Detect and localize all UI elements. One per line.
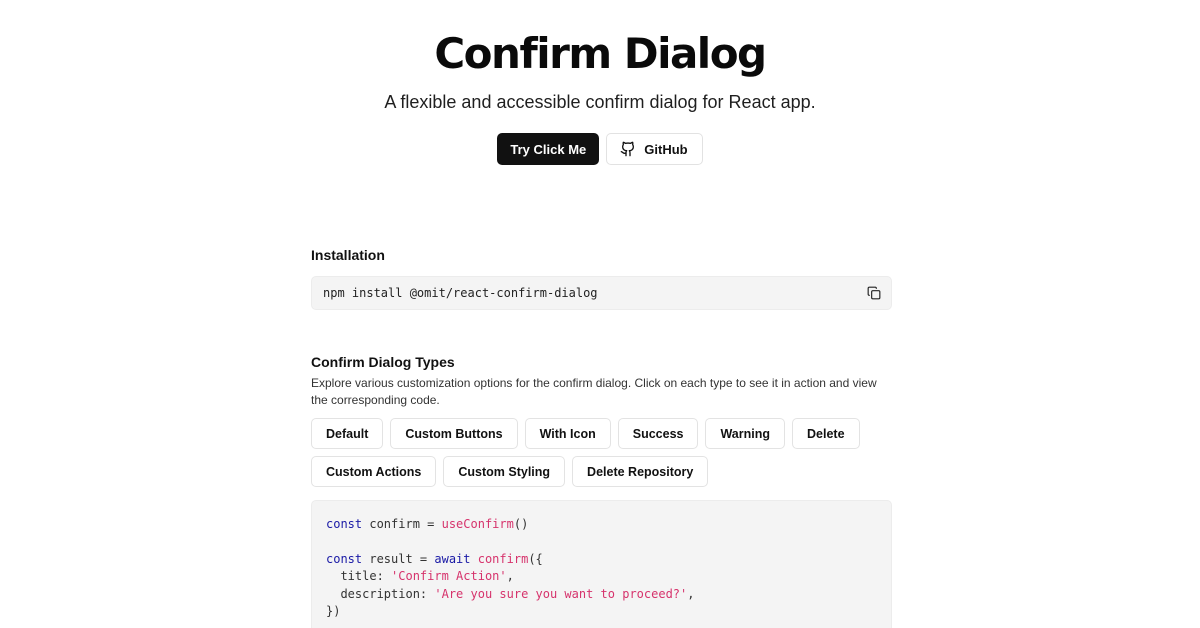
type-button-delete-repository[interactable]: Delete Repository: [572, 456, 709, 487]
installation-title: Installation: [311, 247, 385, 263]
code-keyword: await: [434, 551, 471, 566]
type-button-custom-styling[interactable]: Custom Styling: [443, 456, 566, 487]
github-button-label: GitHub: [644, 141, 688, 157]
code-text: }): [326, 604, 341, 619]
try-click-me-button[interactable]: Try Click Me: [497, 133, 600, 165]
code-function: useConfirm: [441, 517, 514, 531]
hero-actions: Try Click Me GitHub: [0, 133, 1200, 165]
code-text: title:: [326, 569, 392, 584]
code-keyword: const: [326, 517, 363, 531]
type-button-warning[interactable]: Warning: [705, 418, 785, 449]
install-command-box: npm install @omit/react-confirm-dialog: [311, 276, 892, 310]
page-title: Confirm Dialog: [434, 29, 767, 78]
dialog-types-description: Explore various customization options fo…: [311, 376, 877, 407]
github-button[interactable]: GitHub: [606, 133, 703, 165]
dialog-type-buttons: Default Custom Buttons With Icon Success…: [311, 418, 892, 487]
code-example: const confirm = useConfirm() const resul…: [311, 500, 892, 628]
code-text: (): [513, 517, 529, 531]
code-text: ,: [687, 586, 695, 601]
type-button-with-icon[interactable]: With Icon: [524, 418, 611, 449]
dialog-types-title: Confirm Dialog Types: [311, 354, 455, 370]
code-keyword: const: [326, 551, 363, 566]
type-button-custom-actions[interactable]: Custom Actions: [311, 456, 437, 487]
code-text: confirm =: [362, 517, 442, 531]
code-text: result =: [362, 551, 435, 566]
type-button-success[interactable]: Success: [617, 418, 699, 449]
code-text: description:: [326, 586, 435, 601]
type-button-custom-buttons[interactable]: Custom Buttons: [390, 418, 518, 449]
code-text: ,: [506, 569, 514, 584]
install-command: npm install @omit/react-confirm-dialog: [323, 286, 598, 300]
code-string: 'Are you sure you want to proceed?': [434, 586, 688, 601]
code-function: confirm: [477, 551, 529, 566]
code-string: 'Confirm Action': [391, 569, 507, 584]
type-button-default[interactable]: Default: [311, 418, 384, 449]
github-icon: [620, 141, 635, 157]
copy-icon[interactable]: [866, 285, 882, 301]
hero: Confirm Dialog A flexible and accessible…: [0, 28, 1200, 165]
installation-section: Installation npm install @omit/react-con…: [311, 247, 892, 310]
type-button-delete[interactable]: Delete: [792, 418, 860, 449]
page-subtitle: A flexible and accessible confirm dialog…: [384, 92, 816, 112]
code-text: ({: [528, 551, 543, 566]
dialog-types-section: Confirm Dialog Types Explore various cus…: [311, 354, 892, 487]
